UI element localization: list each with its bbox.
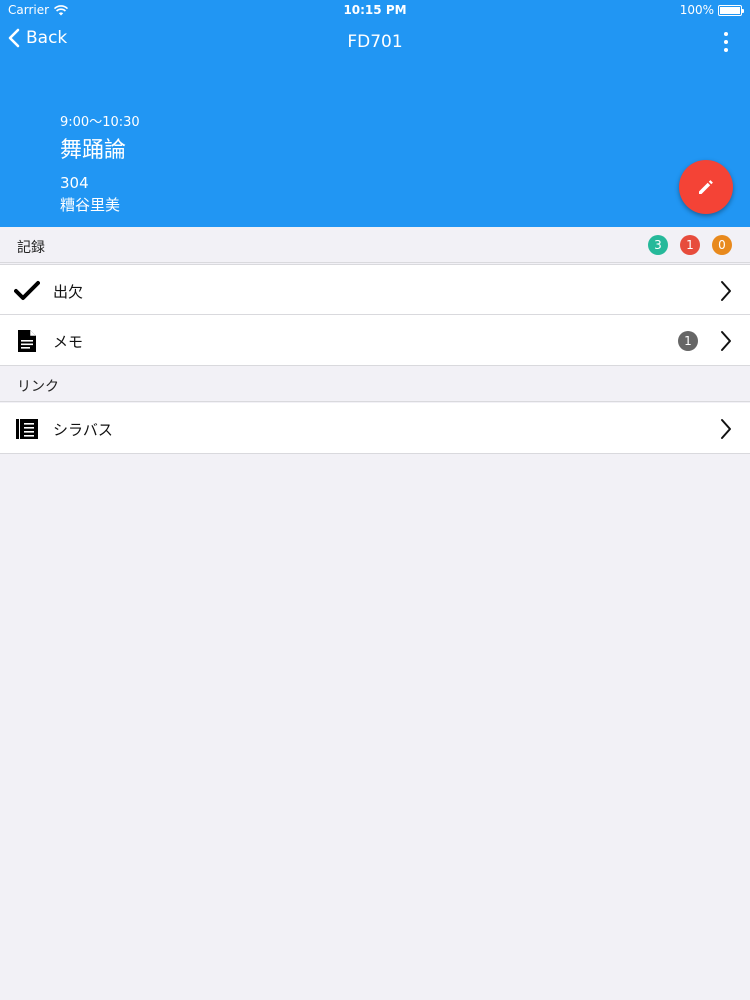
list-item-memo[interactable]: メモ 1 xyxy=(0,315,750,366)
more-options-button[interactable] xyxy=(716,32,736,52)
edit-button[interactable] xyxy=(679,160,733,214)
links-header-label: リンク xyxy=(17,379,59,395)
battery-indicator: 100% xyxy=(679,3,744,17)
chevron-right-icon xyxy=(721,281,731,301)
navigation-bar: Back FD701 xyxy=(0,20,750,64)
list-item-attendance[interactable]: 出欠 xyxy=(0,264,750,315)
syllabus-label: シラバス xyxy=(53,421,113,439)
memo-count-badge: 1 xyxy=(678,331,698,351)
teacher-name: 糟谷里美 xyxy=(60,196,121,214)
records-header-label: 記録 xyxy=(17,240,45,256)
status-badge-green: 3 xyxy=(648,235,668,255)
status-time: 10:15 PM xyxy=(343,3,407,17)
status-badge-orange: 0 xyxy=(712,235,732,255)
checkmark-icon xyxy=(14,278,40,304)
status-badge-red: 1 xyxy=(680,235,700,255)
room-number: 304 xyxy=(60,174,89,192)
attendance-label: 出欠 xyxy=(53,283,84,301)
notebook-icon xyxy=(14,416,40,442)
document-icon xyxy=(14,328,40,354)
memo-label: メモ xyxy=(53,333,84,351)
pencil-icon xyxy=(699,180,713,194)
class-time: 9:00〜10:30 xyxy=(60,115,140,130)
records-badges: 3 1 0 xyxy=(648,235,732,255)
more-vertical-icon xyxy=(724,32,728,36)
battery-icon xyxy=(718,4,744,16)
links-section-header: リンク xyxy=(0,366,750,402)
battery-label: 100% xyxy=(679,3,714,17)
course-name: 舞踊論 xyxy=(60,138,127,163)
status-bar: Carrier 10:15 PM 100% xyxy=(0,0,750,20)
list-item-syllabus[interactable]: シラバス xyxy=(0,403,750,454)
chevron-right-icon xyxy=(721,331,731,351)
chevron-right-icon xyxy=(721,419,731,439)
page-title: FD701 xyxy=(347,32,403,52)
class-info: 9:00〜10:30 舞踊論 304 糟谷里美 xyxy=(60,111,140,215)
records-section-header: 記録 3 1 0 xyxy=(0,227,750,263)
